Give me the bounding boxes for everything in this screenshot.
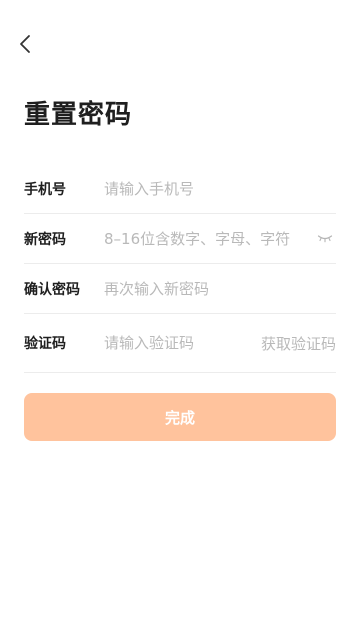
password-visibility-toggle[interactable] <box>314 231 336 247</box>
verification-code-input[interactable] <box>104 331 261 355</box>
new-password-input[interactable] <box>104 226 314 251</box>
back-button[interactable] <box>12 30 38 58</box>
verification-code-row: 验证码 获取验证码 <box>24 314 336 373</box>
confirm-password-row: 确认密码 <box>24 264 336 314</box>
phone-label: 手机号 <box>24 181 66 198</box>
new-password-row: 新密码 <box>24 214 336 264</box>
get-code-button[interactable]: 获取验证码 <box>261 333 336 354</box>
submit-button-label: 完成 <box>164 408 195 427</box>
confirm-password-input[interactable] <box>104 276 336 301</box>
new-password-label: 新密码 <box>24 231 66 248</box>
reset-password-screen: 重置密码 手机号 新密码 确认密码 验证码 获 <box>0 0 360 640</box>
page-title: 重置密码 <box>24 100 133 130</box>
chevron-left-icon <box>20 35 30 53</box>
eye-closed-icon <box>317 234 333 242</box>
phone-row: 手机号 <box>24 164 336 214</box>
confirm-password-label: 确认密码 <box>24 281 80 298</box>
phone-input[interactable] <box>104 176 336 201</box>
submit-button[interactable]: 完成 <box>24 393 336 441</box>
verification-code-label: 验证码 <box>24 336 66 352</box>
reset-password-form: 手机号 新密码 确认密码 验证码 获取验证码 <box>24 164 336 373</box>
